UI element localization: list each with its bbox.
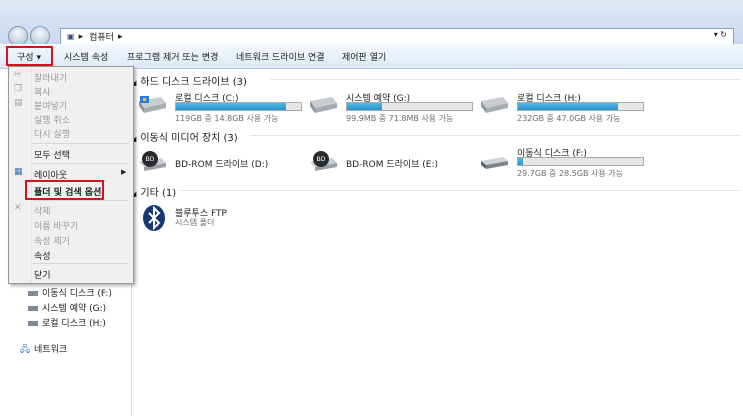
folder-options-highlight-box [25, 180, 104, 200]
menu-separator [33, 143, 129, 144]
menu-item-delete[interactable]: 삭제 [34, 204, 51, 217]
removable-drive-icon [481, 157, 508, 169]
menu-separator [33, 163, 129, 164]
delete-icon: ✕ [14, 203, 22, 213]
bd-rom-drive-icon: BD [310, 151, 337, 171]
divider [250, 135, 740, 136]
capacity-fill [518, 158, 523, 165]
history-dropdown-icon[interactable]: ▾ ↻ [714, 30, 727, 39]
drive-c[interactable]: 로컬 디스크 (C:) 119GB 중 14.8GB 사용 가능 [137, 91, 302, 127]
divider [270, 79, 740, 80]
drive-label: BD-ROM 드라이브 (E:) [346, 160, 439, 170]
bluetooth-ftp-item[interactable]: 블루투스 FTP 시스템 폴더 [142, 204, 292, 240]
bd-rom-drive-icon: BD [139, 151, 166, 171]
breadcrumb[interactable]: 컴퓨터 [89, 30, 114, 43]
drive-info: 232GB 중 47.0GB 사용 가능 [517, 114, 621, 123]
system-properties-button[interactable]: 시스템 속성 [64, 50, 108, 63]
group-header-other[interactable]: ◢기타 (1) [131, 184, 176, 199]
nav-item-label: 로컬 디스크 (H:) [42, 319, 106, 329]
organize-menu: ✂ 잘라내기 ❐ 복사 ▤ 붙여넣기 실행 취소 다시 실행 모두 선택 ▦ 레… [8, 66, 134, 284]
menu-item-properties[interactable]: 속성 [34, 249, 51, 262]
forward-button[interactable] [30, 26, 50, 46]
uninstall-program-button[interactable]: 프로그램 제거 또는 변경 [127, 50, 218, 63]
group-label: 기타 (1) [140, 188, 177, 199]
organize-highlight-box [6, 46, 53, 66]
drive-info: 29.7GB 중 28.5GB 사용 가능 [517, 169, 623, 178]
bluetooth-icon [143, 205, 165, 231]
menu-item-rename[interactable]: 이름 바꾸기 [34, 219, 78, 232]
svg-text:BD: BD [146, 156, 155, 163]
copy-icon: ❐ [14, 84, 23, 94]
group-header-removable[interactable]: ◢이동식 미디어 장치 (3) [131, 129, 238, 144]
nav-item-label: 네트워크 [34, 345, 68, 355]
menu-item-close[interactable]: 닫기 [34, 268, 51, 281]
group-label: 이동식 미디어 장치 (3) [140, 133, 238, 144]
capacity-fill [176, 103, 286, 110]
menu-item-redo[interactable]: 다시 실행 [34, 127, 70, 140]
layout-icon: ▦ [14, 167, 23, 177]
menu-item-copy[interactable]: 복사 [34, 85, 51, 98]
item-type: 시스템 폴더 [175, 218, 215, 227]
drive-icon [28, 306, 38, 311]
address-field[interactable]: ▣ ▸ 컴퓨터 ▸ ▾ ↻ [60, 28, 734, 45]
computer-icon: ▣ [67, 32, 75, 41]
group-header-hdd[interactable]: ◢하드 디스크 드라이브 (3) [131, 73, 247, 88]
menu-item-select-all[interactable]: 모두 선택 [34, 148, 70, 161]
drive-icon [28, 291, 38, 296]
nav-item-local-disk-h[interactable]: 로컬 디스크 (H:) [28, 316, 106, 329]
capacity-bar [346, 102, 473, 111]
capacity-fill [518, 103, 618, 110]
hard-drive-icon [481, 97, 508, 113]
drive-info: 119GB 중 14.8GB 사용 가능 [175, 114, 279, 123]
drive-icon [28, 321, 38, 326]
back-button[interactable] [8, 26, 28, 46]
drive-e[interactable]: BD BD-ROM 드라이브 (E:) [308, 148, 458, 184]
capacity-fill [347, 103, 382, 110]
drive-h[interactable]: 로컬 디스크 (H:) 232GB 중 47.0GB 사용 가능 [479, 91, 644, 127]
map-network-drive-button[interactable]: 네트워크 드라이브 연결 [236, 50, 325, 63]
cut-icon: ✂ [14, 70, 22, 80]
menu-item-remove-properties[interactable]: 속성 제거 [34, 234, 70, 247]
capacity-bar [517, 157, 644, 166]
divider [180, 190, 740, 191]
nav-item-label: 이동식 디스크 (F:) [42, 289, 112, 299]
chevron-right-icon: ▸ [117, 31, 123, 42]
capacity-bar [175, 102, 302, 111]
network-icon: 🖧 [20, 345, 31, 355]
drive-f[interactable]: 이동식 디스크 (F:) 29.7GB 중 28.5GB 사용 가능 [479, 146, 644, 182]
menu-separator [33, 263, 129, 264]
svg-text:BD: BD [317, 156, 326, 163]
nav-item-system-reserved-g[interactable]: 시스템 예약 (G:) [28, 301, 106, 314]
drive-info: 99.9MB 중 71.8MB 사용 가능 [346, 114, 454, 123]
open-control-panel-button[interactable]: 제어판 열기 [342, 50, 386, 63]
hard-drive-icon [139, 96, 166, 113]
nav-item-removable-f[interactable]: 이동식 디스크 (F:) [28, 286, 112, 299]
address-bar-area: ▣ ▸ 컴퓨터 ▸ ▾ ↻ [0, 0, 743, 46]
chevron-right-icon: ▸ [78, 31, 84, 42]
paste-icon: ▤ [14, 98, 23, 108]
menu-separator [33, 200, 129, 201]
group-label: 하드 디스크 드라이브 (3) [140, 77, 247, 88]
menu-item-paste[interactable]: 붙여넣기 [34, 99, 67, 112]
drive-label: BD-ROM 드라이브 (D:) [175, 160, 269, 170]
menu-item-undo[interactable]: 실행 취소 [34, 113, 70, 126]
nav-item-label: 시스템 예약 (G:) [42, 304, 107, 314]
menu-item-cut[interactable]: 잘라내기 [34, 71, 67, 84]
nav-item-network[interactable]: 🖧 네트워크 [20, 342, 67, 358]
hard-drive-icon [310, 97, 337, 113]
submenu-arrow-icon: ▶ [121, 168, 127, 176]
drive-g[interactable]: 시스템 예약 (G:) 99.9MB 중 71.8MB 사용 가능 [308, 91, 473, 127]
drive-d[interactable]: BD BD-ROM 드라이브 (D:) [137, 148, 287, 184]
capacity-bar [517, 102, 644, 111]
